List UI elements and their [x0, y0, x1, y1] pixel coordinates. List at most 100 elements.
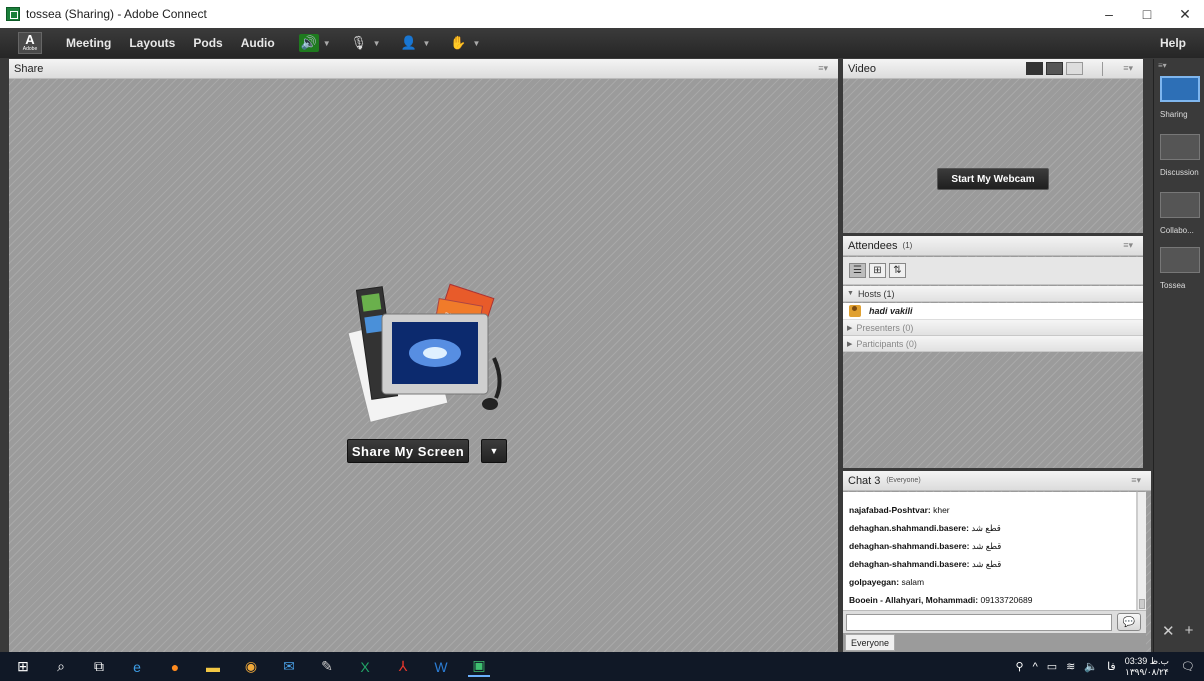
chat-tab-row: Everyone — [843, 633, 1146, 652]
collapsed-arrow-icon[interactable]: ▶ — [847, 324, 852, 332]
language-indicator[interactable]: فا — [1107, 660, 1116, 673]
speaker-control[interactable]: 🔊 ▼ — [298, 34, 331, 52]
chat-input[interactable] — [846, 614, 1112, 631]
pod-menu-icon[interactable]: ≡▾ — [818, 63, 828, 74]
send-message-button[interactable]: 💬 — [1117, 613, 1141, 631]
adobe-logo-letter: A — [25, 32, 35, 47]
webcam-dropdown-icon[interactable]: ▼ — [423, 39, 431, 48]
volume-icon[interactable]: 🔈 — [1084, 660, 1098, 673]
grid-view-icon[interactable] — [1046, 62, 1063, 75]
adobe-connect-taskbar-icon[interactable]: ▣ — [468, 657, 490, 677]
microphone-dropdown-icon[interactable]: ▼ — [373, 39, 381, 48]
presenters-group[interactable]: ▶ Presenters (0) — [843, 320, 1143, 336]
menu-pods[interactable]: Pods — [193, 36, 222, 50]
breakout-view-icon[interactable]: ⊞ — [869, 263, 886, 278]
layout-collaboration-thumbnail[interactable] — [1160, 192, 1200, 218]
clock-date: ۱۳۹۹/۰۸/۲۴ — [1125, 666, 1169, 677]
fullscreen-icon[interactable] — [1066, 62, 1083, 75]
layout-sharing[interactable]: Sharing — [1160, 76, 1200, 119]
chat-scrollbar[interactable] — [1137, 492, 1146, 610]
layout-discussion[interactable]: Discussion — [1160, 134, 1200, 177]
chat-sender: dehaghan.shahmandi.basere: — [849, 523, 969, 533]
collapsed-arrow-icon[interactable]: ▶ — [847, 340, 852, 348]
participants-group[interactable]: ▶ Participants (0) — [843, 336, 1143, 352]
task-view-icon[interactable]: ⧉ — [88, 657, 110, 677]
show-hidden-icons-icon[interactable]: ^ — [1033, 661, 1038, 673]
host-avatar-icon — [849, 305, 861, 317]
excel-icon[interactable]: X — [354, 657, 376, 677]
paint-icon[interactable]: ✎ — [316, 657, 338, 677]
add-layout-icon[interactable]: + — [1185, 622, 1194, 640]
menu-meeting[interactable]: Meeting — [66, 36, 111, 50]
speaker-dropdown-icon[interactable]: ▼ — [323, 39, 331, 48]
search-icon[interactable]: ⌕ — [50, 657, 72, 677]
layout-label: Tossea — [1160, 281, 1186, 290]
hosts-group[interactable]: ▼ Hosts (1) — [843, 286, 1143, 302]
layout-discussion-thumbnail[interactable] — [1160, 134, 1200, 160]
mail-icon[interactable]: ✉ — [278, 657, 300, 677]
start-webcam-button[interactable]: Start My Webcam — [937, 168, 1049, 190]
chat-message: dehaghan.shahmandi.basere: قطع شد — [849, 523, 1001, 534]
chat-scope-label: (Everyone) — [886, 477, 921, 484]
layout-label: Collabo... — [1160, 226, 1194, 235]
adobe-connect-app-icon — [6, 7, 20, 21]
firefox-icon[interactable]: ● — [164, 657, 186, 677]
title-bar: tossea (Sharing) - Adobe Connect – □ ✕ — [0, 0, 1204, 28]
menu-audio[interactable]: Audio — [241, 36, 275, 50]
manage-layouts-icon[interactable]: ✕ — [1162, 622, 1175, 640]
chat-scroll-thumb[interactable] — [1139, 599, 1145, 609]
clock[interactable]: 03:39 ب.ظ ۱۳۹۹/۰۸/۲۴ — [1125, 656, 1169, 678]
people-icon[interactable]: ⚲ — [1016, 660, 1024, 673]
pod-menu-icon[interactable]: ≡▾ — [1123, 63, 1133, 74]
speaker-icon[interactable]: 🔊 — [298, 34, 319, 52]
chat-tab-everyone[interactable]: Everyone — [845, 634, 895, 651]
word-icon[interactable]: W — [430, 657, 452, 677]
attendees-toolbar: ☰ ⊞ ⇅ — [843, 257, 1143, 285]
webcam-icon[interactable]: 👤 — [399, 34, 419, 52]
layout-sharing-thumbnail[interactable] — [1160, 76, 1200, 102]
chat-pod-title: Chat 3 — [848, 474, 881, 487]
acrobat-icon[interactable]: ⅄ — [392, 657, 414, 677]
share-my-screen-button[interactable]: Share My Screen — [347, 439, 469, 463]
pod-menu-icon[interactable]: ≡▾ — [1131, 475, 1141, 486]
participants-group-label: Participants (0) — [856, 338, 917, 349]
list-view-icon[interactable]: ☰ — [849, 263, 866, 278]
internet-explorer-icon[interactable]: e — [126, 657, 148, 677]
share-options-dropdown-button[interactable]: ▼ — [481, 439, 507, 463]
file-explorer-icon[interactable]: ▬ — [202, 657, 224, 677]
microphone-control[interactable]: 🎙 ▼ — [349, 34, 381, 52]
webcam-control[interactable]: 👤 ▼ — [399, 34, 431, 52]
expanded-arrow-icon[interactable]: ▼ — [847, 290, 854, 297]
wifi-icon[interactable]: ≋ — [1066, 660, 1075, 673]
minimize-button[interactable]: – — [1090, 0, 1128, 28]
pod-menu-icon[interactable]: ≡▾ — [1123, 240, 1133, 251]
raise-hand-icon[interactable]: ✋ — [448, 34, 468, 52]
layouts-menu-icon[interactable]: ≡▾ — [1158, 61, 1167, 70]
raise-hand-control[interactable]: ✋ ▼ — [448, 34, 480, 52]
menu-layouts[interactable]: Layouts — [129, 36, 175, 50]
filmstrip-view-icon[interactable] — [1026, 62, 1043, 75]
chat-text: قطع شد — [971, 559, 1002, 569]
battery-icon[interactable]: ▭ — [1047, 660, 1057, 673]
chat-text: قطع شد — [971, 523, 1001, 533]
attendee-row[interactable]: hadi vakili — [843, 303, 1143, 320]
maximize-button[interactable]: □ — [1128, 0, 1166, 28]
layout-tossea[interactable]: Tossea — [1160, 247, 1200, 290]
sort-icon[interactable]: ⇅ — [889, 263, 906, 278]
microphone-icon[interactable]: 🎙 — [349, 34, 369, 52]
windows-start-icon[interactable]: ⊞ — [12, 657, 34, 677]
layout-collaboration[interactable]: Collabo... — [1160, 192, 1200, 235]
chat-text: قطع شد — [971, 541, 1002, 551]
menu-help[interactable]: Help — [1160, 36, 1186, 50]
video-stage: Start My Webcam — [843, 80, 1143, 233]
attendees-pod-title: Attendees — [848, 239, 898, 252]
hosts-group-label: Hosts (1) — [857, 288, 895, 299]
chat-message: Booein - Allahyari, Mohammadi: 091337206… — [849, 595, 1032, 605]
chrome-icon[interactable]: ◉ — [240, 657, 262, 677]
adobe-logo-text: Adobe — [22, 46, 38, 52]
close-button[interactable]: ✕ — [1166, 0, 1204, 28]
notifications-icon[interactable]: 🗨 — [1181, 660, 1195, 673]
layout-tossea-thumbnail[interactable] — [1160, 247, 1200, 273]
attendees-pod-header: Attendees (1) ≡▾ — [843, 236, 1143, 256]
raise-hand-dropdown-icon[interactable]: ▼ — [472, 39, 480, 48]
